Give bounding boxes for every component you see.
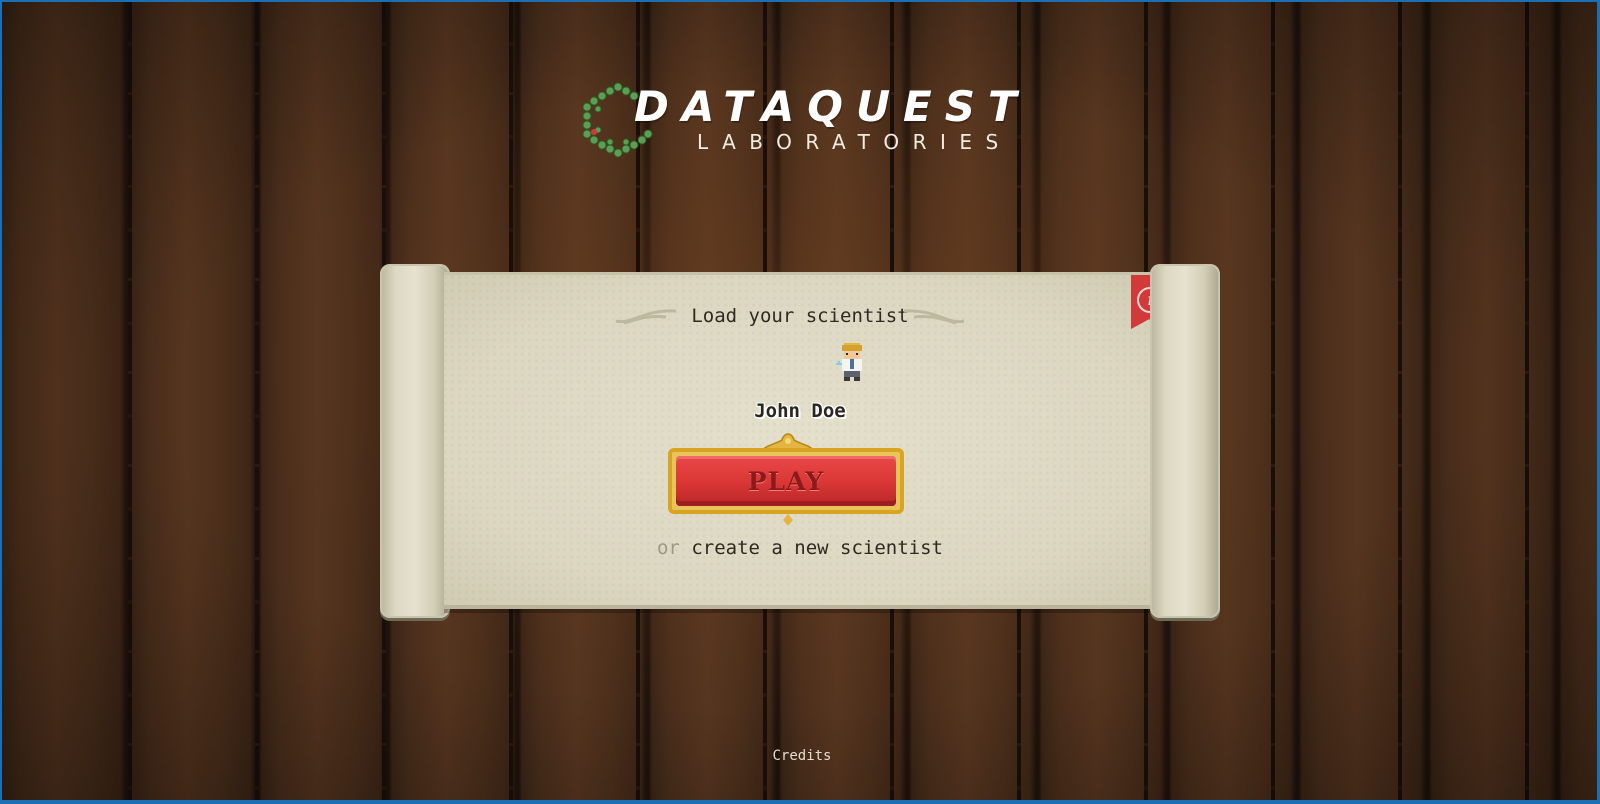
create-scientist-line: or create a new scientist [444,537,1156,559]
scroll-roll-left [380,264,450,618]
credits-link[interactable]: Credits [2,748,1597,764]
player-name: John Doe [754,400,846,422]
game-logo: DATAQUEST LABORATORIES [582,82,1022,162]
play-button-label: PLAY [747,466,825,496]
ornament-drop-icon [783,514,793,526]
scroll-paper: i Load your scientist [444,272,1167,609]
play-button-face[interactable]: PLAY [676,456,896,506]
plank-seam [1525,2,1529,800]
load-scientist-heading: Load your scientist [691,305,909,327]
or-text: or [656,537,680,559]
plank-seam [1398,2,1402,800]
plank-seam [1271,2,1275,800]
load-scroll-panel: i Load your scientist [380,264,1220,618]
play-button-frame: PLAY [666,430,910,530]
plank-seam [128,2,132,800]
scientist-avatar[interactable] [836,343,868,383]
scroll-roll-right [1150,264,1220,618]
create-scientist-link[interactable]: create a new scientist [691,537,943,559]
game-screen: DATAQUEST LABORATORIES i Load your scien… [0,0,1600,804]
logo-subtitle: LABORATORIES [697,130,1012,154]
plank-seam [255,2,259,800]
flourish-right-icon [903,309,965,325]
logo-title: DATAQUEST [634,82,1030,131]
play-button[interactable]: PLAY [668,448,904,514]
